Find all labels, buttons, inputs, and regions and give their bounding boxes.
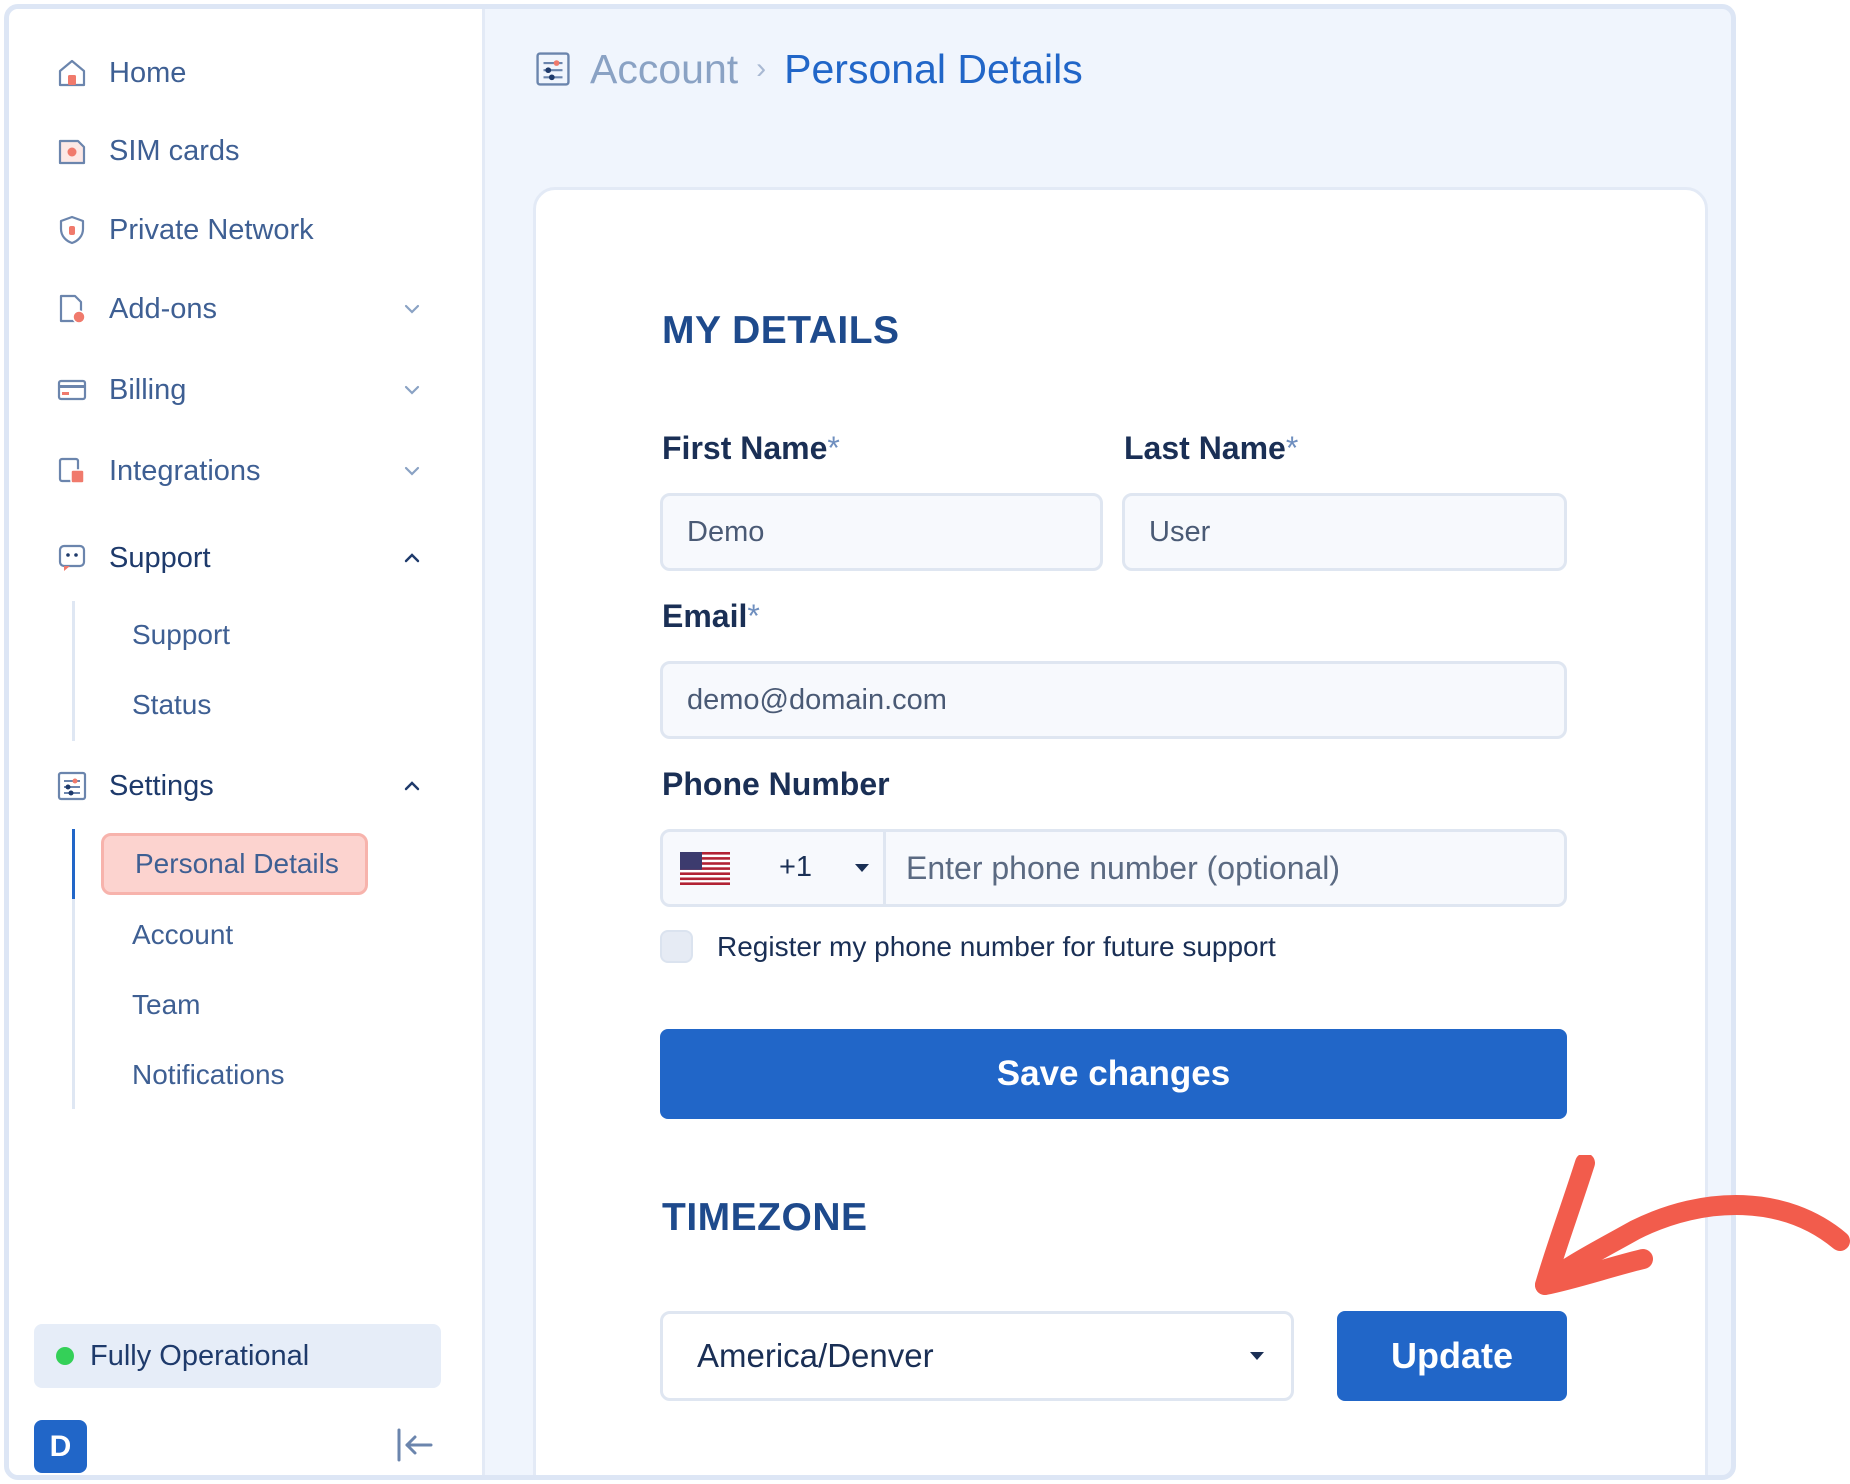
credit-card-icon [55,373,89,407]
sidebar-item-label: SIM cards [109,134,240,167]
breadcrumb-separator-icon: › [756,52,767,85]
sidebar-item-billing[interactable]: Billing [55,365,435,415]
chevron-down-icon[interactable] [399,377,425,403]
sidebar-item-integrations[interactable]: Integrations [55,446,435,496]
home-icon [55,56,89,90]
last-name-label-text: Last Name [1124,430,1286,466]
sidebar-item-support[interactable]: Support [55,533,435,583]
sidebar-subitem-team[interactable]: Team [132,983,200,1027]
email-label: Email* [662,598,760,635]
support-chat-icon [55,541,89,575]
sidebar-item-label: Integrations [109,454,261,487]
phone-number-input[interactable]: Enter phone number (optional) [886,850,1564,887]
system-status-badge[interactable]: Fully Operational [34,1324,441,1388]
first-name-input[interactable]: Demo [660,493,1103,571]
last-name-input[interactable]: User [1122,493,1567,571]
annotation-arrow-icon [1535,1155,1850,1295]
avatar[interactable]: D [34,1420,87,1473]
sidebar-item-sim-cards[interactable]: SIM cards [55,126,435,176]
first-name-value: Demo [687,515,765,548]
register-phone-checkbox[interactable] [660,930,693,963]
caret-down-icon [855,864,869,872]
status-text: Fully Operational [90,1339,310,1372]
active-indicator [72,829,75,899]
last-name-value: User [1149,515,1211,548]
sidebar-item-home[interactable]: Home [55,48,435,98]
email-input[interactable]: demo@domain.com [660,661,1567,739]
status-dot-icon [56,1347,74,1365]
breadcrumb: Account › Personal Details [534,39,1083,99]
required-asterisk: * [827,430,840,466]
breadcrumb-parent-link[interactable]: Account [590,46,738,93]
phone-number-label: Phone Number [662,766,890,802]
my-details-heading: MY DETAILS [662,309,900,352]
sidebar-item-label: Add-ons [109,292,218,325]
sidebar: Home SIM cards Private Network Add-ons B… [9,9,485,1475]
register-phone-option: Register my phone number for future supp… [660,930,1276,963]
sim-card-icon [55,134,89,168]
chevron-up-icon[interactable] [399,773,425,799]
sidebar-item-label: Billing [109,373,187,406]
us-flag-icon [680,852,730,885]
sidebar-subitem-account[interactable]: Account [132,913,233,957]
country-code-select[interactable]: +1 [663,832,886,904]
caret-down-icon [1250,1352,1264,1360]
last-name-label: Last Name* [1124,430,1298,467]
sidebar-subitem-status[interactable]: Status [132,683,211,727]
sidebar-subitem-personal-details[interactable]: Personal Details [101,833,368,895]
sidebar-subitem-notifications[interactable]: Notifications [132,1053,285,1097]
collapse-arrow-icon [395,1427,435,1468]
sidebar-item-add-ons[interactable]: Add-ons [55,284,435,334]
breadcrumb-current: Personal Details [784,45,1083,92]
email-value: demo@domain.com [687,683,947,716]
settings-sliders-icon [55,769,89,803]
chevron-down-icon[interactable] [399,296,425,322]
timezone-selected-value: America/Denver [697,1337,934,1374]
required-asterisk: * [747,598,760,634]
chevron-down-icon[interactable] [399,458,425,484]
phone-number-field: +1 Enter phone number (optional) [660,829,1567,907]
collapse-sidebar-button[interactable] [392,1427,438,1467]
chevron-up-icon[interactable] [399,545,425,571]
settings-sliders-icon [534,50,572,88]
required-asterisk: * [1285,430,1299,466]
register-phone-label: Register my phone number for future supp… [717,930,1276,962]
sidebar-item-label: Settings [109,769,214,802]
first-name-label: First Name* [662,430,840,467]
first-name-label-text: First Name [662,430,828,466]
sidebar-subitem-support[interactable]: Support [132,613,230,657]
email-label-text: Email [662,598,748,634]
settings-submenu-rail [72,829,75,1109]
update-timezone-button[interactable]: Update [1337,1311,1567,1401]
timezone-heading: TIMEZONE [662,1196,868,1239]
sidebar-item-settings[interactable]: Settings [55,761,435,811]
document-plus-icon [55,292,89,326]
support-submenu-rail [72,601,75,741]
sidebar-item-private-network[interactable]: Private Network [55,205,435,255]
sidebar-item-label: Support [109,541,211,574]
phone-placeholder: Enter phone number (optional) [906,849,1341,886]
shield-icon [55,213,89,247]
app-window: Home SIM cards Private Network Add-ons B… [4,4,1736,1480]
timezone-select[interactable]: America/Denver [660,1311,1294,1401]
sidebar-item-label: Home [109,56,187,89]
country-dial-code: +1 [779,851,813,883]
sidebar-item-label: Private Network [109,213,314,246]
integrations-icon [55,454,89,488]
save-changes-button[interactable]: Save changes [660,1029,1567,1119]
